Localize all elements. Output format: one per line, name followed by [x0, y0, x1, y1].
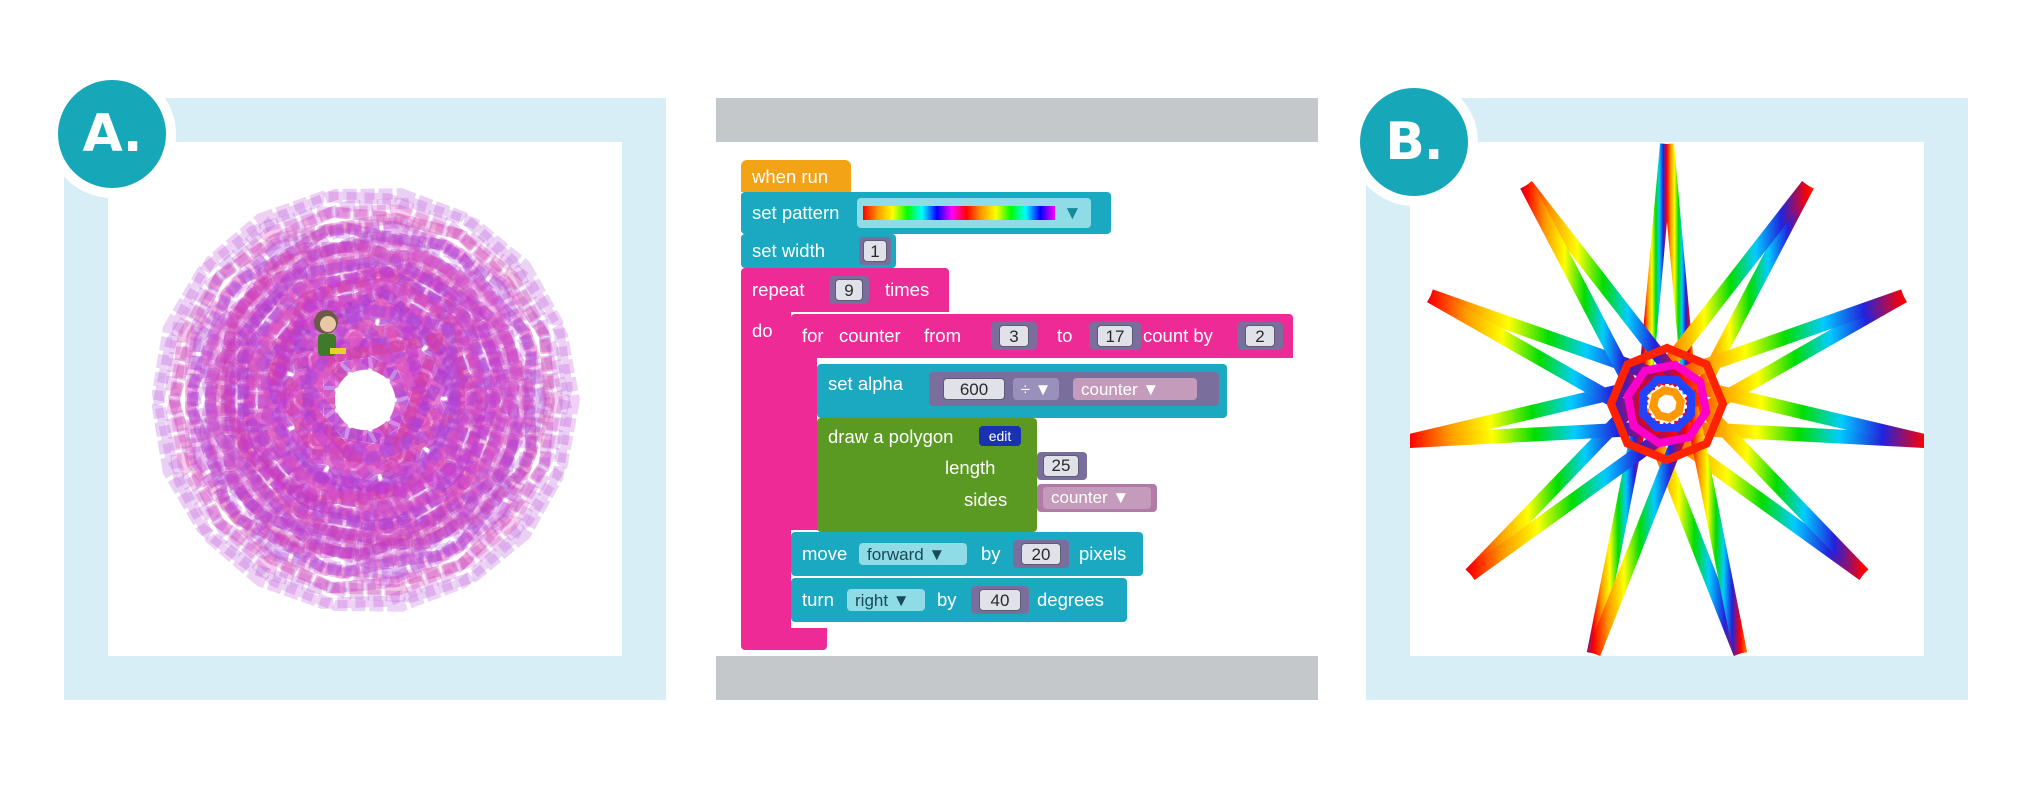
workspace-bottom-bar [716, 656, 1318, 700]
divide-math-block[interactable]: 600 ÷ ▼ counter ▼ [929, 372, 1219, 406]
sides-variable-value[interactable]: counter ▼ [1043, 487, 1151, 509]
repeat-count-block[interactable]: 9 [829, 276, 869, 304]
rainbow-pattern-swatch [863, 206, 1055, 220]
for-counter-block[interactable]: for counter from 3 to 17 count by 2 [791, 314, 1293, 358]
move-label: move [802, 543, 848, 564]
width-number-block[interactable]: 1 [859, 237, 891, 265]
count-by-value[interactable]: 2 [1245, 325, 1275, 347]
edit-button[interactable]: edit [979, 426, 1021, 446]
set-alpha-block[interactable]: set alpha 600 ÷ ▼ counter ▼ [817, 364, 1227, 418]
pattern-dropdown[interactable]: ▼ [857, 198, 1091, 228]
center-hole [335, 370, 395, 430]
artwork-panel-a [64, 98, 666, 700]
drawing-canvas-b [1410, 142, 1924, 656]
rainbow-star-drawing [1410, 143, 1924, 656]
length-label: length [945, 457, 996, 478]
for-counter-variable[interactable]: counter [839, 326, 901, 346]
repeat-block-footer [741, 628, 827, 650]
times-label: times [885, 279, 930, 300]
from-value[interactable]: 3 [999, 325, 1029, 347]
badge-a: A. [48, 70, 176, 198]
from-number-block[interactable]: 3 [991, 322, 1037, 350]
spirograph-drawing [151, 188, 580, 612]
repeat-body-arm: do [741, 312, 791, 635]
workspace-top-bar [716, 98, 1318, 142]
set-alpha-label: set alpha [828, 373, 904, 394]
repeat-label: repeat [752, 279, 805, 300]
badge-b-label: B. [1360, 88, 1468, 196]
move-value[interactable]: 20 [1021, 543, 1061, 565]
from-label: from [924, 325, 961, 346]
turn-direction-dropdown[interactable]: right ▼ [847, 589, 925, 611]
repeat-count-value[interactable]: 9 [835, 279, 863, 301]
move-number-block[interactable]: 20 [1013, 540, 1069, 568]
for-body-arm [791, 358, 817, 528]
to-number-block[interactable]: 17 [1089, 322, 1141, 350]
degrees-label: degrees [1037, 589, 1104, 610]
length-value[interactable]: 25 [1043, 455, 1079, 477]
math-operator-dropdown[interactable]: ÷ ▼ [1013, 378, 1059, 400]
turn-by-label: by [937, 589, 957, 610]
length-number-block[interactable]: 25 [1037, 452, 1087, 480]
move-direction-dropdown[interactable]: forward ▼ [859, 543, 967, 565]
move-by-label: by [981, 543, 1001, 564]
turn-value[interactable]: 40 [979, 589, 1021, 611]
sides-variable-block[interactable]: counter ▼ [1037, 484, 1157, 512]
do-label: do [752, 320, 773, 341]
alpha-denominator-variable[interactable]: counter ▼ [1073, 378, 1197, 400]
drawing-canvas-a [108, 142, 622, 656]
turn-label: turn [802, 589, 834, 610]
width-value[interactable]: 1 [863, 240, 887, 262]
sides-label: sides [964, 489, 1008, 510]
when-run-label: when run [752, 166, 829, 187]
star-strokes [1410, 143, 1924, 656]
pattern-dropdown-arrow: ▼ [1063, 203, 1082, 224]
alpha-numerator-value[interactable]: 600 [943, 378, 1005, 400]
turn-number-block[interactable]: 40 [971, 586, 1029, 614]
set-pattern-block[interactable]: set pattern ▼ [741, 192, 1111, 234]
count-by-number-block[interactable]: 2 [1237, 322, 1283, 350]
badge-b: B. [1350, 78, 1478, 206]
pixels-label: pixels [1079, 543, 1127, 564]
draw-polygon-block[interactable]: draw a polygon edit length sides [817, 418, 1037, 532]
when-run-block[interactable]: when run [741, 160, 851, 192]
for-label: for [802, 325, 824, 346]
draw-polygon-label: draw a polygon [828, 426, 954, 447]
set-width-label: set width [752, 240, 826, 261]
center-octagon [1648, 385, 1686, 423]
repeat-block[interactable]: repeat 9 times [741, 268, 949, 312]
to-value[interactable]: 17 [1097, 325, 1133, 347]
set-pattern-label: set pattern [752, 202, 840, 223]
turn-block[interactable]: turn right ▼ by 40 degrees [791, 578, 1127, 622]
set-width-block[interactable]: set width 1 [741, 234, 896, 268]
count-by-label: count by [1143, 325, 1213, 346]
move-block[interactable]: move forward ▼ by 20 pixels [791, 532, 1143, 576]
code-workspace: when run set pattern ▼ set width 1 repea… [716, 98, 1318, 700]
badge-a-label: A. [58, 80, 166, 188]
to-label: to [1057, 325, 1073, 346]
